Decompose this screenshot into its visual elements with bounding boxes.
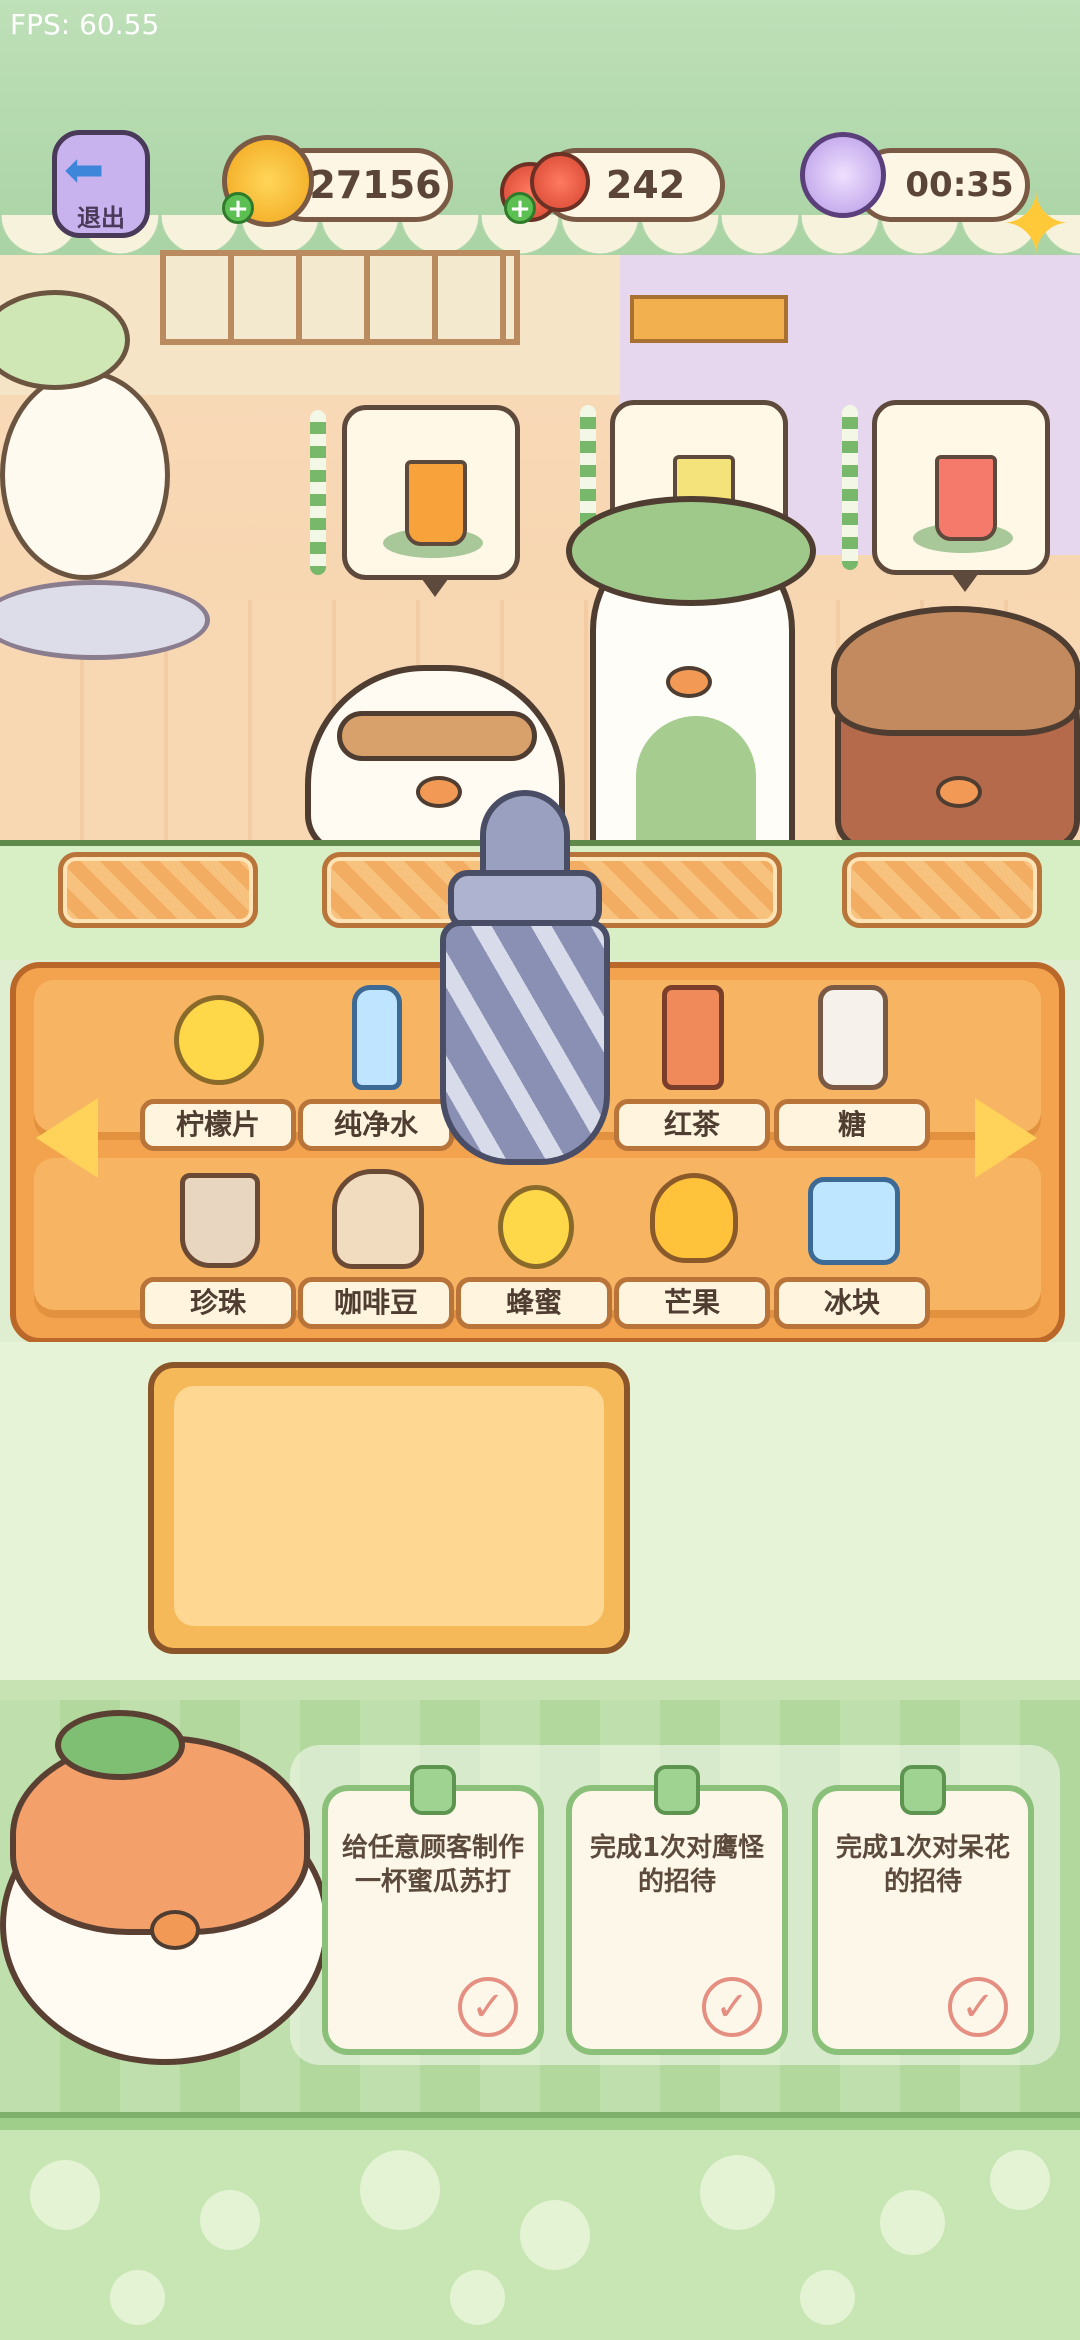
serving-slot[interactable] — [58, 852, 258, 928]
water-bottle-icon — [326, 985, 426, 1095]
task-text: 给任意顾客制作一杯蜜瓜苏打 — [342, 1833, 525, 1897]
ingredient-mango[interactable]: 芒果 — [614, 1163, 770, 1343]
straw-pole — [842, 405, 858, 570]
clip-icon — [900, 1765, 946, 1815]
arrow-right-icon — [975, 1098, 1037, 1178]
ingredient-label: 柠檬片 — [140, 1099, 296, 1151]
ingredient-sugar[interactable]: 糖 — [774, 985, 930, 1165]
mango-icon — [642, 1163, 742, 1273]
ingredient-label: 蜂蜜 — [456, 1277, 612, 1329]
customer-hat-bird[interactable] — [831, 606, 1080, 850]
ingredient-honey[interactable]: 蜂蜜 — [456, 1163, 612, 1343]
floor — [0, 2130, 1080, 2340]
ingredient-black-tea[interactable]: 红茶 — [614, 985, 770, 1165]
orange-soda-icon — [405, 460, 467, 546]
add-berries-button[interactable]: + — [504, 192, 536, 224]
customer-radish[interactable] — [566, 496, 816, 866]
ingredient-label: 芒果 — [614, 1277, 770, 1329]
task-card[interactable]: 完成1次对鹰怪的招待 ✓ — [566, 1765, 788, 2055]
serving-slot[interactable] — [842, 852, 1042, 928]
order-bubble[interactable] — [342, 405, 520, 597]
ice-cubes-icon — [802, 1163, 902, 1273]
ingredient-ice[interactable]: 冰块 — [774, 1163, 930, 1343]
pearls-icon — [168, 1163, 268, 1273]
exit-button[interactable]: ⬅ 退出 — [52, 130, 150, 240]
add-coins-button[interactable]: + — [222, 192, 254, 224]
task-card[interactable]: 完成1次对呆花的招待 ✓ — [812, 1765, 1034, 2055]
order-bubble[interactable] — [872, 400, 1050, 592]
clip-icon — [654, 1765, 700, 1815]
ingredient-label: 珍珠 — [140, 1277, 296, 1329]
cocktail-shaker[interactable] — [430, 790, 620, 1170]
next-page-arrow[interactable] — [975, 1098, 1045, 1178]
task-text: 完成1次对鹰怪的招待 — [589, 1833, 765, 1897]
ingredient-label: 咖啡豆 — [298, 1277, 454, 1329]
ingredient-label: 冰块 — [774, 1277, 930, 1329]
clip-icon — [410, 1765, 456, 1815]
check-icon: ✓ — [948, 1977, 1008, 2037]
ingredient-pearls[interactable]: 珍珠 — [140, 1163, 296, 1343]
ingredient-coffee-beans[interactable]: 咖啡豆 — [298, 1163, 454, 1343]
back-arrow-icon: ⬅ — [64, 142, 105, 198]
ingredient-label: 糖 — [774, 1099, 930, 1151]
ingredient-label: 红茶 — [614, 1099, 770, 1151]
sugar-jar-icon — [802, 985, 902, 1095]
prep-board[interactable] — [148, 1362, 630, 1654]
arrow-left-icon — [36, 1098, 98, 1178]
task-card[interactable]: 给任意顾客制作一杯蜜瓜苏打 ✓ — [322, 1765, 544, 2055]
mascot-pumpkin-chick[interactable] — [0, 1710, 340, 2065]
shop-awning — [630, 295, 788, 343]
straw-pole — [310, 410, 326, 575]
chick-fountain-statue — [0, 280, 210, 660]
berry-soda-icon — [935, 455, 997, 541]
clock-icon — [800, 132, 886, 218]
shop-window — [160, 250, 520, 345]
prev-page-arrow[interactable] — [36, 1098, 106, 1178]
lemon-slices-icon — [168, 985, 268, 1095]
fps-counter: FPS: 60.55 — [10, 8, 160, 41]
coffee-beans-icon — [326, 1163, 426, 1273]
honey-icon — [484, 1163, 584, 1273]
black-tea-icon — [642, 985, 742, 1095]
exit-label: 退出 — [77, 204, 125, 232]
check-icon: ✓ — [458, 1977, 518, 2037]
ingredient-lemon-slice[interactable]: 柠檬片 — [140, 985, 296, 1165]
task-text: 完成1次对呆花的招待 — [835, 1833, 1011, 1897]
check-icon: ✓ — [702, 1977, 762, 2037]
